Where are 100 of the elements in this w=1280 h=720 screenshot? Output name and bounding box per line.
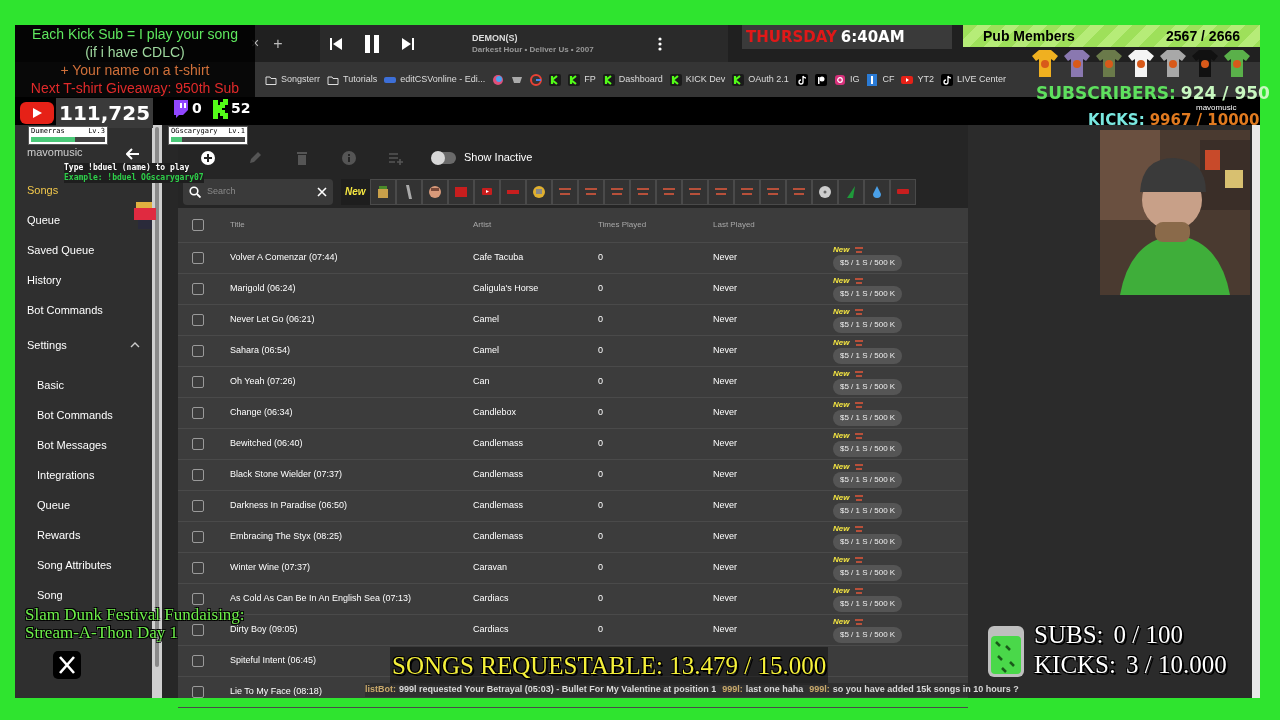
- nav-item[interactable]: Song: [37, 586, 63, 604]
- price-tag: $5 / 1 S / 500 K: [833, 534, 903, 550]
- column-header[interactable]: Artist: [473, 219, 492, 231]
- price-tag: $5 / 1 S / 500 K: [833, 348, 903, 364]
- checkbox[interactable]: [192, 376, 204, 388]
- chat-message: 999l requested Your Betrayal (05:03) - Bullet For My Valentine at position 1: [399, 683, 717, 696]
- filter-chip[interactable]: [837, 178, 864, 205]
- checkbox[interactable]: [192, 593, 204, 605]
- price-tag: $5 / 1 S / 500 K: [833, 379, 903, 395]
- tiktok-icon[interactable]: [795, 73, 808, 86]
- nav-item[interactable]: History: [27, 271, 62, 289]
- filter-chip[interactable]: [395, 178, 422, 205]
- nav-item[interactable]: Settings: [27, 336, 67, 354]
- tag-icon: [855, 432, 864, 439]
- next-icon[interactable]: [400, 35, 416, 52]
- bookmark[interactable]: Dashboard: [602, 72, 663, 87]
- checkbox[interactable]: [192, 252, 204, 264]
- checkbox[interactable]: [192, 314, 204, 326]
- bookmark[interactable]: YT2: [901, 72, 934, 87]
- bookmark[interactable]: Tutorials: [327, 72, 378, 87]
- checkbox[interactable]: [192, 655, 204, 667]
- bookmark[interactable]: CF: [866, 72, 895, 87]
- new-tab-button[interactable]: +: [273, 31, 283, 56]
- toggle-switch[interactable]: [432, 151, 456, 164]
- checkbox[interactable]: [192, 500, 204, 512]
- sticker-icon: [532, 185, 545, 198]
- table-cell: Marigold (06:24): [230, 282, 296, 296]
- table-cell: Never: [713, 468, 737, 482]
- previous-icon[interactable]: [328, 35, 344, 52]
- clear-icon[interactable]: [317, 186, 327, 197]
- nav-item[interactable]: Bot Commands: [37, 406, 113, 424]
- table-cell: Caravan: [473, 561, 508, 575]
- checkbox[interactable]: [192, 562, 204, 574]
- nav-item[interactable]: Queue: [37, 496, 71, 514]
- filter-chip[interactable]: [421, 178, 448, 205]
- chevron-icon[interactable]: [130, 342, 140, 348]
- nav-item[interactable]: Basic: [37, 376, 64, 394]
- nav-item[interactable]: Bot Messages: [37, 436, 107, 454]
- filter-chip[interactable]: [525, 178, 552, 205]
- column-header[interactable]: Last Played: [713, 219, 755, 231]
- add-icon[interactable]: [199, 149, 216, 166]
- checkbox[interactable]: [192, 407, 204, 419]
- table-cell: Never: [713, 251, 737, 265]
- new-tag: New: [833, 367, 850, 380]
- follower-count: 0: [192, 99, 202, 118]
- kick-icon: [212, 98, 229, 119]
- filter-chip[interactable]: [863, 178, 890, 205]
- promo-text: Each Kick Sub = I play your song: [32, 25, 238, 43]
- new-tag: New: [833, 305, 850, 318]
- price-tag: $5 / 1 S / 500 K: [833, 441, 903, 457]
- nav-item[interactable]: Rewards: [37, 526, 81, 544]
- nav-item[interactable]: Integrations: [37, 466, 95, 484]
- filter-chip[interactable]: [811, 178, 838, 205]
- bookmark[interactable]: editCSVonline - Edi...: [384, 72, 486, 87]
- nav-item[interactable]: Queue: [27, 211, 61, 229]
- checkbox[interactable]: [192, 686, 204, 698]
- youtube-icon: [20, 101, 54, 125]
- bookmark[interactable]: OAuth 2.1: [732, 72, 789, 87]
- bookmark[interactable]: KICK Dev: [669, 72, 726, 87]
- filter-chip[interactable]: [369, 178, 396, 205]
- checkbox[interactable]: [192, 283, 204, 295]
- checkbox[interactable]: [192, 531, 204, 543]
- t-shirt-icon: [1160, 50, 1186, 77]
- follower-count: 52: [231, 99, 251, 118]
- patreon-icon[interactable]: [814, 73, 827, 86]
- scrollbar[interactable]: [1252, 125, 1260, 698]
- kick-icon[interactable]: [549, 73, 562, 86]
- more-icon[interactable]: [658, 36, 662, 51]
- table-cell: Embracing The Styx (08:25): [230, 530, 342, 544]
- bar-icon: [896, 189, 909, 194]
- nav-item[interactable]: Saved Queue: [27, 241, 95, 259]
- table-cell: Change (06:34): [230, 406, 293, 420]
- t-shirt-icon: [1032, 50, 1058, 77]
- goal-label: KICKS:: [1034, 650, 1116, 680]
- search-input[interactable]: Search: [207, 184, 311, 199]
- filter-chip[interactable]: New: [341, 178, 370, 205]
- column-header[interactable]: Times Played: [598, 219, 647, 231]
- table-cell: 0: [598, 344, 603, 358]
- tag-icon: [855, 308, 864, 315]
- checkbox[interactable]: [192, 438, 204, 450]
- column-header[interactable]: Title: [230, 219, 245, 231]
- checkbox[interactable]: [192, 345, 204, 357]
- nav-item[interactable]: Bot Commands: [27, 301, 103, 319]
- table-cell: 0: [598, 406, 603, 420]
- bookmark[interactable]: IG: [833, 72, 860, 87]
- pause-icon[interactable]: [362, 33, 382, 54]
- info-icon[interactable]: [340, 149, 357, 166]
- bookmark[interactable]: LIVE Center: [940, 72, 1006, 87]
- bookmark[interactable]: Songsterr: [265, 72, 321, 87]
- colorful-logo-icon[interactable]: [492, 73, 505, 86]
- table-cell: Never: [713, 282, 737, 296]
- checkbox[interactable]: [192, 469, 204, 481]
- nav-item[interactable]: Song Attributes: [37, 556, 112, 574]
- checkbox[interactable]: [192, 219, 204, 231]
- new-tag: New: [833, 274, 850, 287]
- table-cell: 0: [598, 530, 603, 544]
- bookmark[interactable]: FP: [568, 72, 596, 87]
- back-arrow-icon[interactable]: [126, 148, 140, 160]
- nav-item[interactable]: Songs: [27, 181, 59, 199]
- checkbox[interactable]: [192, 624, 204, 636]
